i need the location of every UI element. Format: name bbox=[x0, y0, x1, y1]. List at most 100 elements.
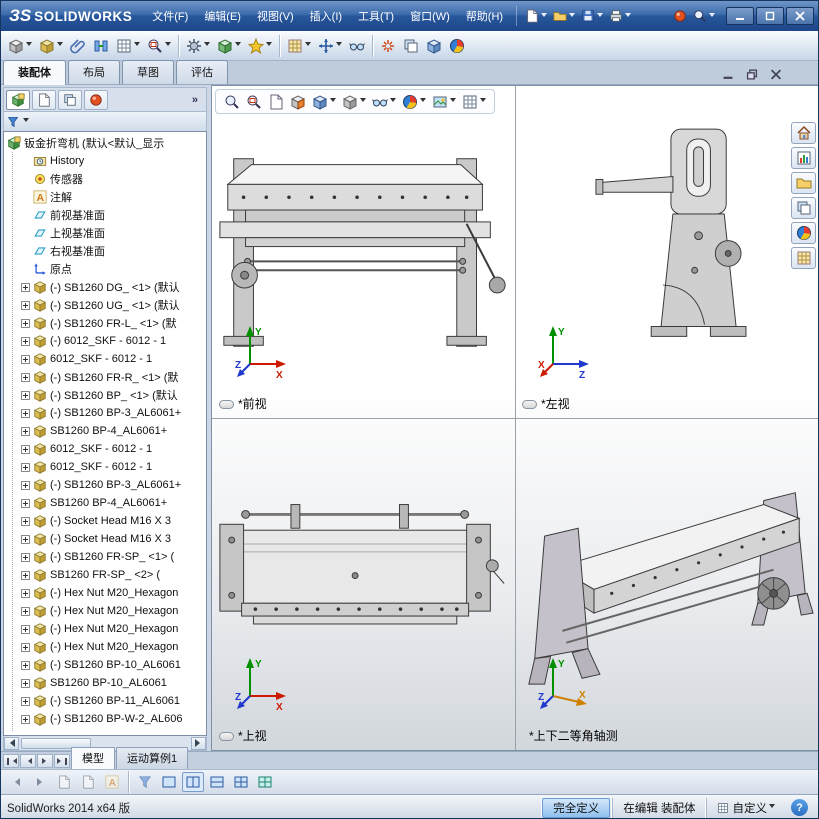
mate-icon[interactable] bbox=[90, 33, 112, 59]
view-palette-tab[interactable] bbox=[791, 197, 816, 219]
tree-item-component[interactable]: (-) SB1260 BP-3_AL6061+ bbox=[7, 404, 206, 422]
tab-motion-study[interactable]: 运动算例1 bbox=[116, 747, 188, 769]
apply-scene-icon[interactable] bbox=[430, 93, 458, 111]
tab-evaluate[interactable]: 评估 bbox=[176, 60, 228, 84]
panel-expand-button[interactable]: » bbox=[186, 94, 204, 106]
tree-item-component[interactable]: (-) SB1260 DG_ <1> (默认 bbox=[7, 278, 206, 296]
appearances-scenes-tab[interactable] bbox=[791, 222, 816, 244]
view-settings-icon[interactable] bbox=[460, 93, 488, 111]
tree-item-annotations[interactable]: 注解 bbox=[7, 188, 206, 206]
expand-icon[interactable] bbox=[21, 517, 30, 526]
expand-icon[interactable] bbox=[21, 427, 30, 436]
insert-components-icon[interactable] bbox=[36, 33, 66, 59]
tree-item-origin[interactable]: 原点 bbox=[7, 260, 206, 278]
viewport-top[interactable]: *上视 Y X Z bbox=[212, 418, 515, 750]
attachment-icon[interactable] bbox=[67, 33, 89, 59]
tree-item-right-plane[interactable]: 右视基准面 bbox=[7, 242, 206, 260]
tab-sketch[interactable]: 草图 bbox=[122, 60, 174, 84]
exploded-view-icon[interactable] bbox=[377, 33, 399, 59]
expand-icon[interactable] bbox=[21, 571, 30, 580]
section-view-icon[interactable] bbox=[288, 93, 308, 111]
menu-view[interactable]: 视图(V) bbox=[249, 4, 302, 28]
tree-item-component[interactable]: SB1260 BP-10_AL6061 bbox=[7, 674, 206, 692]
component-sparkle-icon[interactable] bbox=[245, 33, 275, 59]
save-button[interactable] bbox=[578, 7, 606, 25]
edit-component-icon[interactable] bbox=[5, 33, 35, 59]
maximize-button[interactable] bbox=[756, 7, 784, 25]
tree-item-component[interactable]: (-) SB1260 BP-11_AL6061 bbox=[7, 692, 206, 710]
expand-icon[interactable] bbox=[21, 553, 30, 562]
expand-icon[interactable] bbox=[21, 391, 30, 400]
expand-icon[interactable] bbox=[21, 697, 30, 706]
move-component-icon[interactable] bbox=[315, 33, 345, 59]
tree-item-component[interactable]: 6012_SKF - 6012 - 1 bbox=[7, 350, 206, 368]
expand-icon[interactable] bbox=[21, 481, 30, 490]
expand-icon[interactable] bbox=[21, 643, 30, 652]
tab-model[interactable]: 模型 bbox=[71, 747, 115, 769]
tree-item-component[interactable]: (-) Hex Nut M20_Hexagon bbox=[7, 602, 206, 620]
expand-icon[interactable] bbox=[21, 301, 30, 310]
expand-icon[interactable] bbox=[21, 337, 30, 346]
feature-manager-tab[interactable] bbox=[6, 90, 30, 110]
sketch-tool-icon[interactable] bbox=[53, 772, 75, 792]
display-manager-tab[interactable] bbox=[84, 90, 108, 110]
tree-item-component[interactable]: (-) SB1260 BP-10_AL6061 bbox=[7, 656, 206, 674]
tree-item-component[interactable]: (-) SB1260 UG_ <1> (默认 bbox=[7, 296, 206, 314]
expand-icon[interactable] bbox=[21, 463, 30, 472]
solidworks-resources-icon[interactable] bbox=[670, 7, 690, 25]
expand-icon[interactable] bbox=[21, 679, 30, 688]
four-view-icon[interactable] bbox=[230, 772, 252, 792]
design-library-tab[interactable] bbox=[791, 147, 816, 169]
tab-assembly[interactable]: 装配体 bbox=[3, 60, 66, 85]
preview-window-icon[interactable] bbox=[144, 33, 174, 59]
expand-icon[interactable] bbox=[21, 355, 30, 364]
viewport-isometric[interactable]: *上下二等角轴测 Y X Z bbox=[515, 418, 818, 750]
tree-item-component[interactable]: SB1260 BP-4_AL6061+ bbox=[7, 422, 206, 440]
linear-component-pattern-icon[interactable] bbox=[113, 33, 143, 59]
expand-icon[interactable] bbox=[21, 499, 30, 508]
tree-item-component[interactable]: (-) SB1260 FR-R_ <1> (默 bbox=[7, 368, 206, 386]
tree-item-component[interactable]: (-) SB1260 FR-L_ <1> (默 bbox=[7, 314, 206, 332]
tree-item-component[interactable]: SB1260 BP-4_AL6061+ bbox=[7, 494, 206, 512]
bill-of-materials-icon[interactable] bbox=[400, 33, 422, 59]
expand-icon[interactable] bbox=[21, 607, 30, 616]
tree-item-component[interactable]: (-) Hex Nut M20_Hexagon bbox=[7, 620, 206, 638]
tree-item-component[interactable]: (-) SB1260 BP-W-2_AL606 bbox=[7, 710, 206, 728]
expand-icon[interactable] bbox=[21, 373, 30, 382]
configuration-manager-tab[interactable] bbox=[58, 90, 82, 110]
tree-item-component[interactable]: (-) Socket Head M16 X 3 bbox=[7, 530, 206, 548]
tab-layout[interactable]: 布局 bbox=[68, 60, 120, 84]
doc-close-icon[interactable] bbox=[770, 69, 782, 80]
zoom-fit-icon[interactable] bbox=[222, 93, 242, 111]
tree-item-component[interactable]: (-) Hex Nut M20_Hexagon bbox=[7, 584, 206, 602]
print-button[interactable] bbox=[606, 7, 634, 25]
new-document-button[interactable] bbox=[522, 7, 550, 25]
next-tab-icon[interactable] bbox=[37, 754, 53, 768]
two-view-icon[interactable] bbox=[182, 772, 204, 792]
two-view-horizontal-icon[interactable] bbox=[206, 772, 228, 792]
tree-item-component[interactable]: (-) SB1260 FR-SP_ <1> ( bbox=[7, 548, 206, 566]
instant3d-icon[interactable] bbox=[423, 33, 445, 59]
hide-show-items-icon[interactable] bbox=[370, 93, 398, 111]
quick-help-icon[interactable]: ? bbox=[791, 799, 808, 816]
viewport-front[interactable]: *前视 Y X Z bbox=[212, 86, 515, 418]
status-custom-dropdown[interactable]: 自定义 bbox=[706, 798, 786, 818]
menu-insert[interactable]: 插入(I) bbox=[302, 4, 350, 28]
open-document-button[interactable] bbox=[550, 7, 578, 25]
help-menu-icon[interactable] bbox=[690, 7, 718, 25]
smart-fasteners-icon[interactable] bbox=[183, 33, 213, 59]
tree-item-component[interactable]: 6012_SKF - 6012 - 1 bbox=[7, 440, 206, 458]
previous-tab-icon[interactable] bbox=[20, 754, 36, 768]
custom-properties-tab[interactable] bbox=[791, 247, 816, 269]
solidworks-resources-tab[interactable] bbox=[791, 122, 816, 144]
selection-filter-icon[interactable] bbox=[134, 772, 156, 792]
dimension-tool-icon[interactable] bbox=[77, 772, 99, 792]
minimize-button[interactable] bbox=[726, 7, 754, 25]
tree-item-component[interactable]: 6012_SKF - 6012 - 1 bbox=[7, 458, 206, 476]
viewport-divider-horizontal[interactable] bbox=[212, 418, 818, 419]
view-orientation-icon[interactable] bbox=[310, 93, 338, 111]
menu-file[interactable]: 文件(F) bbox=[144, 4, 196, 28]
viewport-left[interactable]: *左视 Y Z X bbox=[515, 86, 818, 418]
doc-minimize-icon[interactable] bbox=[722, 69, 734, 80]
display-style-icon[interactable] bbox=[340, 93, 368, 111]
